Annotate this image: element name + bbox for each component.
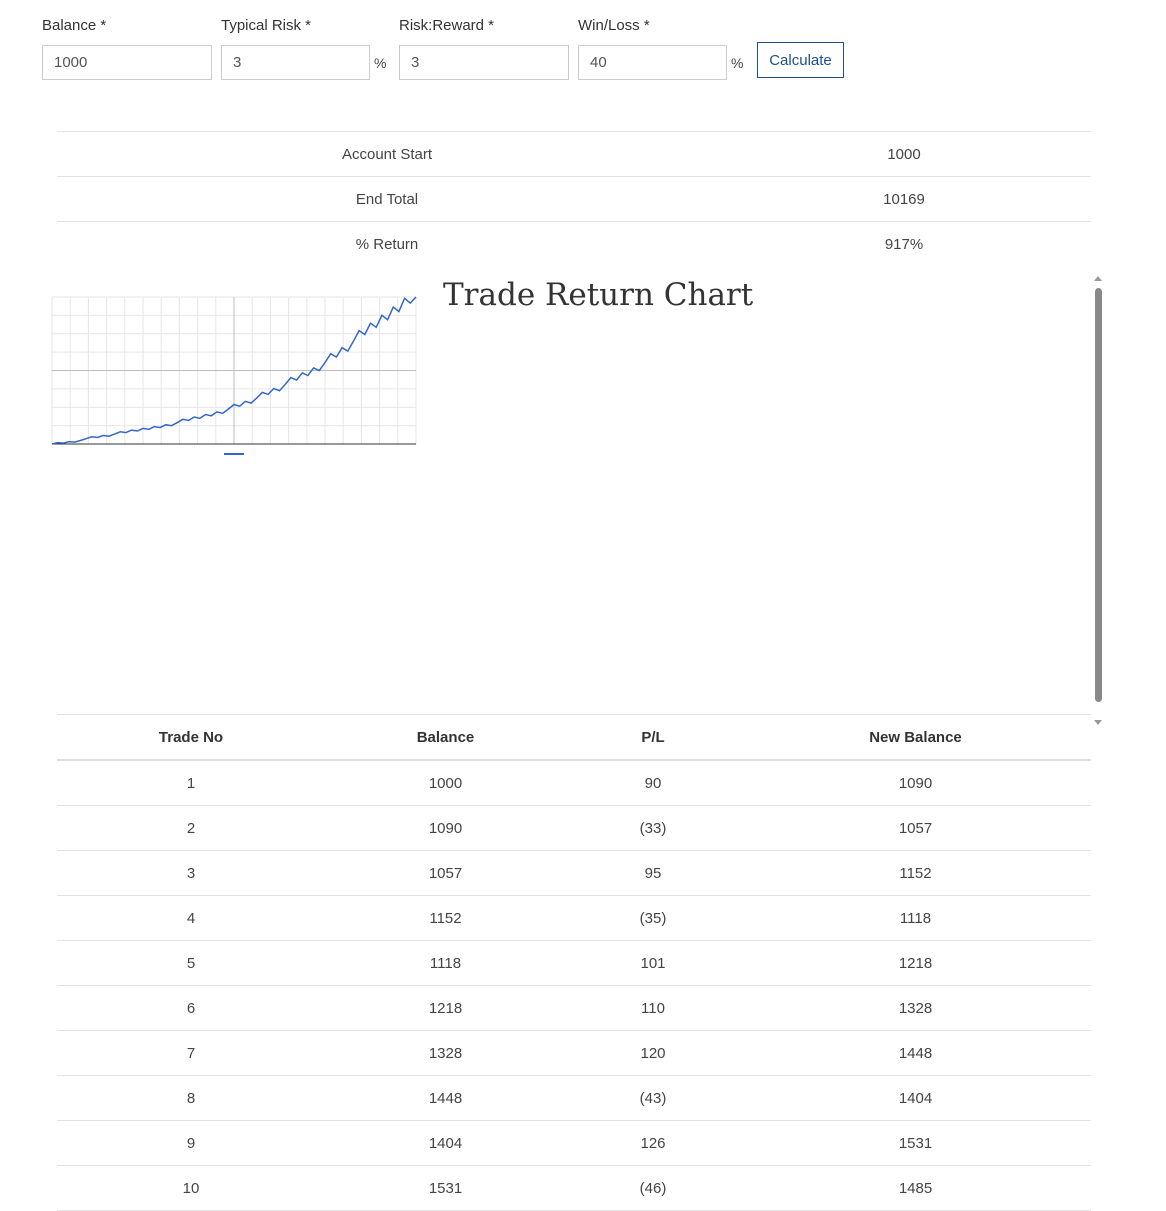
cell-balance: 1090 xyxy=(325,805,566,851)
cell-pl: 101 xyxy=(566,940,740,986)
cell-balance: 1000 xyxy=(325,760,566,806)
table-row: 2 1090 (33) 1057 xyxy=(57,805,1091,851)
cell-pl: (43) xyxy=(566,1075,740,1121)
trades-table: Trade No Balance P/L New Balance 1 1000 90… xyxy=(57,714,1091,1211)
cell-trade-no: 6 xyxy=(57,985,325,1031)
table-row: 10 1531 (46) 1485 xyxy=(57,1165,1091,1211)
cell-trade-no: 7 xyxy=(57,1030,325,1076)
summary-label: Account Start xyxy=(57,131,717,177)
summary-table: Account Start 1000 End Total 10169 % Ret… xyxy=(57,131,1091,266)
chart-title: Trade Return Chart xyxy=(443,277,754,313)
win-loss-input[interactable] xyxy=(578,45,727,80)
table-row: 8 1448 (43) 1404 xyxy=(57,1075,1091,1121)
typical-risk-input[interactable] xyxy=(221,45,370,80)
cell-trade-no: 1 xyxy=(57,760,325,806)
cell-trade-no: 8 xyxy=(57,1075,325,1121)
summary-row-account-start: Account Start 1000 xyxy=(57,131,1091,177)
cell-balance: 1118 xyxy=(325,940,566,986)
cell-pl: (33) xyxy=(566,805,740,851)
scroll-up-arrow-icon[interactable] xyxy=(1094,276,1102,281)
cell-new-balance: 1328 xyxy=(740,985,1091,1031)
table-row: 7 1328 120 1448 xyxy=(57,1030,1091,1076)
cell-trade-no: 9 xyxy=(57,1120,325,1166)
cell-new-balance: 1057 xyxy=(740,805,1091,851)
summary-label: % Return xyxy=(57,221,717,266)
trades-header-row: Trade No Balance P/L New Balance xyxy=(57,714,1091,761)
typical-risk-label: Typical Risk * xyxy=(221,17,312,34)
cell-pl: (35) xyxy=(566,895,740,941)
cell-trade-no: 10 xyxy=(57,1165,325,1211)
summary-label: End Total xyxy=(57,176,717,222)
header-new-balance: New Balance xyxy=(740,714,1091,761)
cell-new-balance: 1531 xyxy=(740,1120,1091,1166)
cell-balance: 1448 xyxy=(325,1075,566,1121)
cell-new-balance: 1404 xyxy=(740,1075,1091,1121)
cell-pl: 95 xyxy=(566,850,740,896)
cell-pl: (46) xyxy=(566,1165,740,1211)
typical-risk-percent: % xyxy=(374,55,387,71)
risk-reward-label: Risk:Reward * xyxy=(399,17,495,34)
cell-pl: 90 xyxy=(566,760,740,806)
risk-reward-input[interactable] xyxy=(399,45,569,80)
table-row: 5 1118 101 1218 xyxy=(57,940,1091,986)
balance-label: Balance * xyxy=(42,17,107,34)
header-balance: Balance xyxy=(325,714,566,761)
trade-return-chart xyxy=(51,296,417,455)
cell-new-balance: 1218 xyxy=(740,940,1091,986)
cell-balance: 1328 xyxy=(325,1030,566,1076)
summary-value: 1000 xyxy=(717,131,1091,177)
summary-value: 10169 xyxy=(717,176,1091,222)
cell-new-balance: 1448 xyxy=(740,1030,1091,1076)
cell-balance: 1531 xyxy=(325,1165,566,1211)
cell-pl: 120 xyxy=(566,1030,740,1076)
win-loss-label: Win/Loss * xyxy=(578,17,650,34)
cell-pl: 126 xyxy=(566,1120,740,1166)
cell-trade-no: 4 xyxy=(57,895,325,941)
table-row: 9 1404 126 1531 xyxy=(57,1120,1091,1166)
cell-balance: 1057 xyxy=(325,850,566,896)
balance-input[interactable] xyxy=(42,45,212,80)
header-trade-no: Trade No xyxy=(57,714,325,761)
cell-trade-no: 2 xyxy=(57,805,325,851)
calculate-button[interactable]: Calculate xyxy=(757,42,844,78)
cell-balance: 1404 xyxy=(325,1120,566,1166)
header-pl: P/L xyxy=(566,714,740,761)
scrollbar-thumb[interactable] xyxy=(1095,288,1102,702)
win-loss-percent: % xyxy=(731,55,744,71)
table-row: 6 1218 110 1328 xyxy=(57,985,1091,1031)
cell-trade-no: 3 xyxy=(57,850,325,896)
table-row: 3 1057 95 1152 xyxy=(57,850,1091,896)
summary-row-return: % Return 917% xyxy=(57,221,1091,266)
cell-new-balance: 1152 xyxy=(740,850,1091,896)
scroll-down-arrow-icon[interactable] xyxy=(1094,720,1102,725)
cell-new-balance: 1118 xyxy=(740,895,1091,941)
cell-new-balance: 1090 xyxy=(740,760,1091,806)
cell-new-balance: 1485 xyxy=(740,1165,1091,1211)
cell-balance: 1218 xyxy=(325,985,566,1031)
cell-trade-no: 5 xyxy=(57,940,325,986)
table-row: 1 1000 90 1090 xyxy=(57,760,1091,806)
cell-balance: 1152 xyxy=(325,895,566,941)
cell-pl: 110 xyxy=(566,985,740,1031)
summary-row-end-total: End Total 10169 xyxy=(57,176,1091,222)
summary-value: 917% xyxy=(717,221,1091,266)
table-row: 4 1152 (35) 1118 xyxy=(57,895,1091,941)
